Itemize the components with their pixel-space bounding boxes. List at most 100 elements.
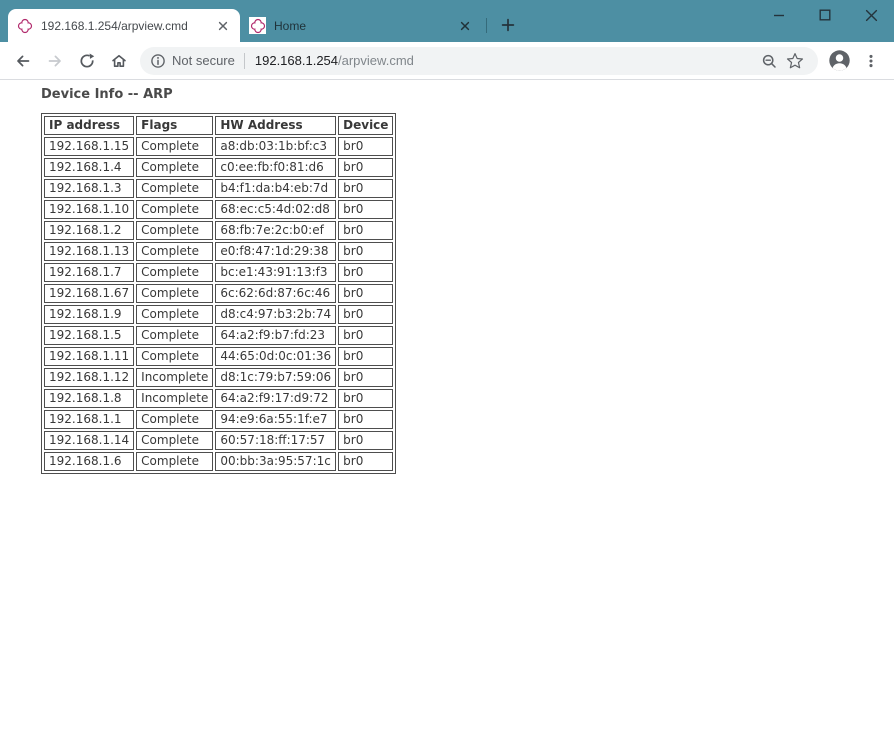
tab-title: 192.168.1.254/arpview.cmd [41,19,210,33]
plus-icon [500,17,516,33]
browser-window: 192.168.1.254/arpview.cmd [0,0,894,751]
cell-hw: c0:ee:fb:f0:81:d6 [215,158,336,177]
tab-close-icon[interactable] [456,17,474,35]
table-row: 192.168.1.5Complete64:a2:f9:b7:fd:23br0 [44,326,393,345]
cell-flags: Complete [136,431,213,450]
star-outline-icon [786,52,804,70]
cell-ip: 192.168.1.5 [44,326,134,345]
tab-separator [486,18,487,33]
cell-device: br0 [338,179,393,198]
cell-device: br0 [338,137,393,156]
close-window-button[interactable] [848,0,894,30]
cell-hw: d8:1c:79:b7:59:06 [215,368,336,387]
table-row: 192.168.1.3Completeb4:f1:da:b4:eb:7dbr0 [44,179,393,198]
cell-hw: b4:f1:da:b4:eb:7d [215,179,336,198]
cell-flags: Complete [136,284,213,303]
profile-button[interactable] [824,46,854,76]
back-button[interactable] [8,46,38,76]
table-row: 192.168.1.4Completec0:ee:fb:f0:81:d6br0 [44,158,393,177]
cell-device: br0 [338,263,393,282]
tab-close-icon[interactable] [214,17,232,35]
forward-button[interactable] [40,46,70,76]
menu-button[interactable] [856,46,886,76]
table-row: 192.168.1.10Complete68:ec:c5:4d:02:d8br0 [44,200,393,219]
cell-device: br0 [338,347,393,366]
table-row: 192.168.1.6Complete00:bb:3a:95:57:1cbr0 [44,452,393,471]
page-content: Device Info -- ARP IP address Flags HW A… [0,80,894,751]
cell-ip: 192.168.1.14 [44,431,134,450]
cell-hw: bc:e1:43:91:13:f3 [215,263,336,282]
cell-device: br0 [338,389,393,408]
cell-hw: 00:bb:3a:95:57:1c [215,452,336,471]
table-row: 192.168.1.13Completee0:f8:47:1d:29:38br0 [44,242,393,261]
cell-flags: Complete [136,452,213,471]
cell-hw: a8:db:03:1b:bf:c3 [215,137,336,156]
tab-home[interactable]: Home [241,9,482,42]
table-row: 192.168.1.11Complete44:65:0d:0c:01:36br0 [44,347,393,366]
table-header-row: IP address Flags HW Address Device [44,116,393,135]
kebab-menu-icon [862,52,880,70]
cell-device: br0 [338,221,393,240]
tab-title: Home [274,19,452,33]
column-header-flags: Flags [136,116,213,135]
reload-icon [78,52,96,70]
cell-flags: Complete [136,263,213,282]
maximize-button[interactable] [802,0,848,30]
home-icon [110,52,128,70]
new-tab-button[interactable] [494,11,522,39]
cell-hw: 64:a2:f9:17:d9:72 [215,389,336,408]
cell-device: br0 [338,284,393,303]
url-path: /arpview.cmd [338,53,414,68]
bookmark-star-button[interactable] [782,48,808,74]
cell-ip: 192.168.1.6 [44,452,134,471]
minimize-button[interactable] [756,0,802,30]
cell-hw: 94:e9:6a:55:1f:e7 [215,410,336,429]
cell-ip: 192.168.1.7 [44,263,134,282]
cell-flags: Complete [136,326,213,345]
zoom-indicator-button[interactable] [756,48,782,74]
cell-flags: Complete [136,137,213,156]
reload-button[interactable] [72,46,102,76]
table-row: 192.168.1.14Complete60:57:18:ff:17:57br0 [44,431,393,450]
cell-flags: Complete [136,242,213,261]
cell-device: br0 [338,305,393,324]
table-row: 192.168.1.9Completed8:c4:97:b3:2b:74br0 [44,305,393,324]
cell-device: br0 [338,326,393,345]
tab-arpview[interactable]: 192.168.1.254/arpview.cmd [8,9,240,42]
cell-ip: 192.168.1.8 [44,389,134,408]
table-row: 192.168.1.2Complete68:fb:7e:2c:b0:efbr0 [44,221,393,240]
table-row: 192.168.1.1Complete94:e9:6a:55:1f:e7br0 [44,410,393,429]
browser-toolbar: Not secure 192.168.1.254 /arpview.cmd [0,42,894,80]
cell-ip: 192.168.1.1 [44,410,134,429]
window-controls [756,0,894,30]
security-label: Not secure [172,53,235,68]
cell-hw: 68:fb:7e:2c:b0:ef [215,221,336,240]
url-host: 192.168.1.254 [255,53,338,68]
cell-ip: 192.168.1.2 [44,221,134,240]
cell-hw: 68:ec:c5:4d:02:d8 [215,200,336,219]
arrow-left-icon [14,52,32,70]
cell-device: br0 [338,410,393,429]
cell-flags: Complete [136,410,213,429]
cell-hw: d8:c4:97:b3:2b:74 [215,305,336,324]
close-icon [865,9,878,22]
home-button[interactable] [104,46,134,76]
cell-ip: 192.168.1.15 [44,137,134,156]
address-bar[interactable]: Not secure 192.168.1.254 /arpview.cmd [140,47,818,75]
tab-strip: 192.168.1.254/arpview.cmd [0,0,894,42]
quatrefoil-favicon-icon [249,17,266,34]
maximize-icon [819,9,831,21]
cell-device: br0 [338,158,393,177]
arrow-right-icon [46,52,64,70]
cell-flags: Incomplete [136,389,213,408]
info-circle-icon [150,53,166,69]
cell-ip: 192.168.1.13 [44,242,134,261]
table-row: 192.168.1.7Completebc:e1:43:91:13:f3br0 [44,263,393,282]
cell-ip: 192.168.1.9 [44,305,134,324]
minimize-icon [773,9,785,21]
cell-device: br0 [338,368,393,387]
table-row: 192.168.1.67Complete6c:62:6d:87:6c:46br0 [44,284,393,303]
cell-device: br0 [338,200,393,219]
cell-flags: Complete [136,347,213,366]
quatrefoil-favicon-icon [16,17,33,34]
